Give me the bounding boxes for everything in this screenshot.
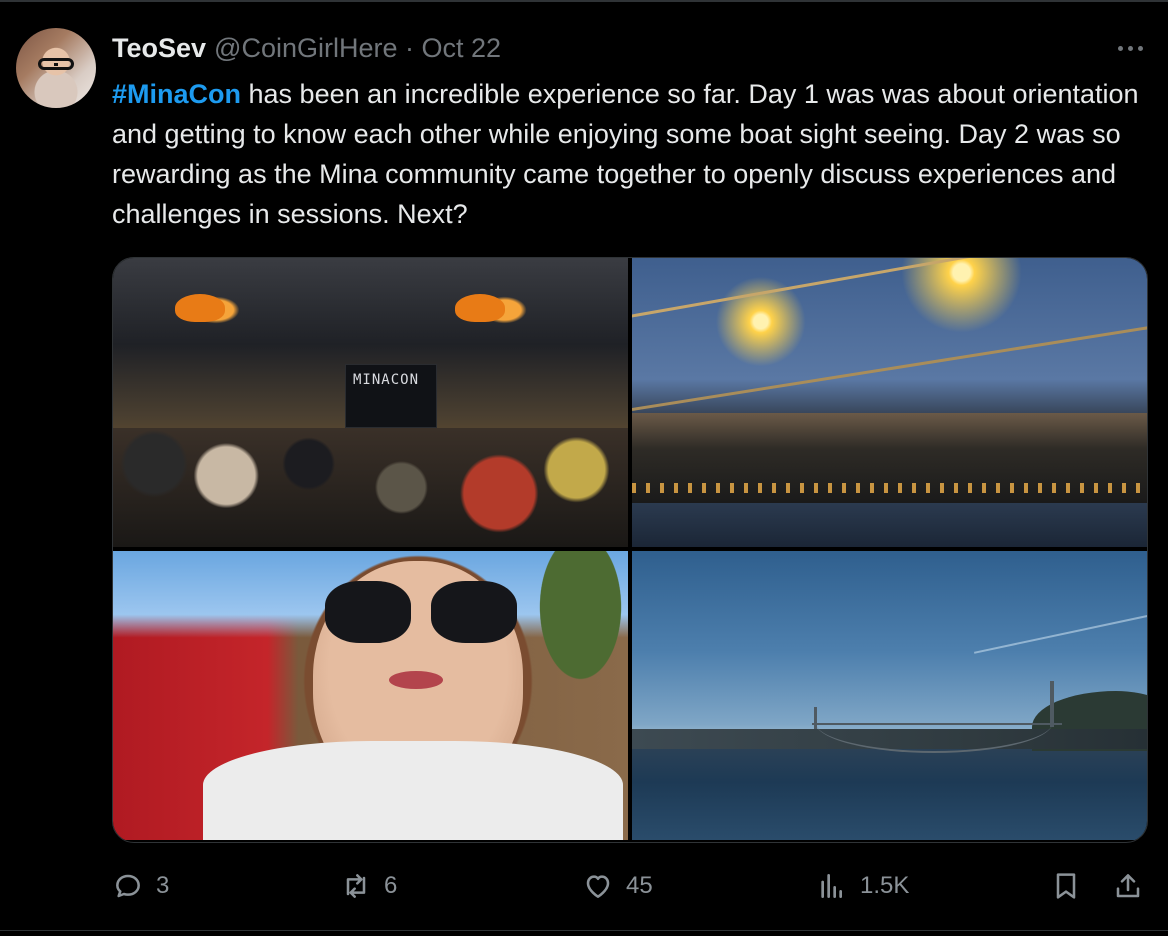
sunglasses-lens: [325, 581, 411, 643]
author-handle-and-date[interactable]: @CoinGirlHere · Oct 22: [214, 33, 501, 64]
like-count: 45: [626, 872, 653, 899]
string-lights-wire: [632, 258, 1147, 321]
top-divider: [0, 0, 1168, 2]
photo-night-waterfront[interactable]: [632, 258, 1147, 547]
repost-button[interactable]: 6: [340, 866, 397, 906]
repost-count: 6: [384, 872, 398, 899]
heart-icon: [586, 875, 610, 898]
reply-button[interactable]: 3: [112, 866, 169, 906]
bottom-divider: [0, 930, 1168, 931]
bookmark-icon: [1056, 873, 1076, 899]
bridge-cable: [815, 691, 1053, 753]
author-name[interactable]: TeoSev: [112, 33, 206, 64]
repost-arrows-icon: [346, 874, 366, 898]
reply-count: 3: [156, 872, 170, 899]
white-shirt: [203, 741, 623, 840]
like-button[interactable]: 45: [582, 866, 653, 906]
media-grid: MINACON: [112, 257, 1148, 843]
speech-bubble-icon: [116, 874, 140, 898]
lips: [389, 671, 443, 689]
view-count: 1.5K: [860, 872, 910, 899]
action-bar: 3 6 45 1.5K: [112, 866, 1152, 906]
string-lights-wire: [632, 320, 1147, 411]
bridge-tower: [814, 707, 817, 729]
post-text: #MinaCon has been an incredible experien…: [112, 74, 1152, 234]
photo-bridge-water[interactable]: [632, 551, 1147, 840]
share-upload-icon: [1116, 874, 1140, 898]
bookmark-button[interactable]: [1050, 866, 1082, 906]
bar-chart-icon: [821, 874, 842, 898]
share-button[interactable]: [1112, 866, 1144, 906]
bridge-deck: [812, 723, 1062, 725]
avatar-glasses-bridge: [54, 63, 58, 66]
more-options-button[interactable]: [1108, 36, 1152, 60]
sunglasses-lens: [431, 581, 517, 643]
ellipsis-icon: [1137, 45, 1143, 51]
bridge-tower: [1050, 681, 1054, 727]
city-lights: [632, 483, 1147, 493]
avatar[interactable]: [16, 28, 96, 108]
ceiling-lamp: [175, 294, 225, 322]
ellipsis-icon: [1127, 45, 1133, 51]
cloud-streak: [973, 610, 1147, 654]
photo-selfie[interactable]: [113, 551, 628, 840]
post-header: TeoSev @CoinGirlHere · Oct 22: [112, 30, 501, 66]
hashtag-link[interactable]: #MinaCon: [112, 79, 241, 109]
photo-event-venue[interactable]: MINACON: [113, 258, 628, 547]
stage-screen-text: MINACON: [353, 372, 420, 388]
audience: [113, 428, 628, 547]
ellipsis-icon: [1117, 45, 1123, 51]
views-button[interactable]: 1.5K: [816, 866, 909, 906]
ceiling-lamp: [455, 294, 505, 322]
post-body: has been an incredible experience so far…: [112, 79, 1139, 229]
